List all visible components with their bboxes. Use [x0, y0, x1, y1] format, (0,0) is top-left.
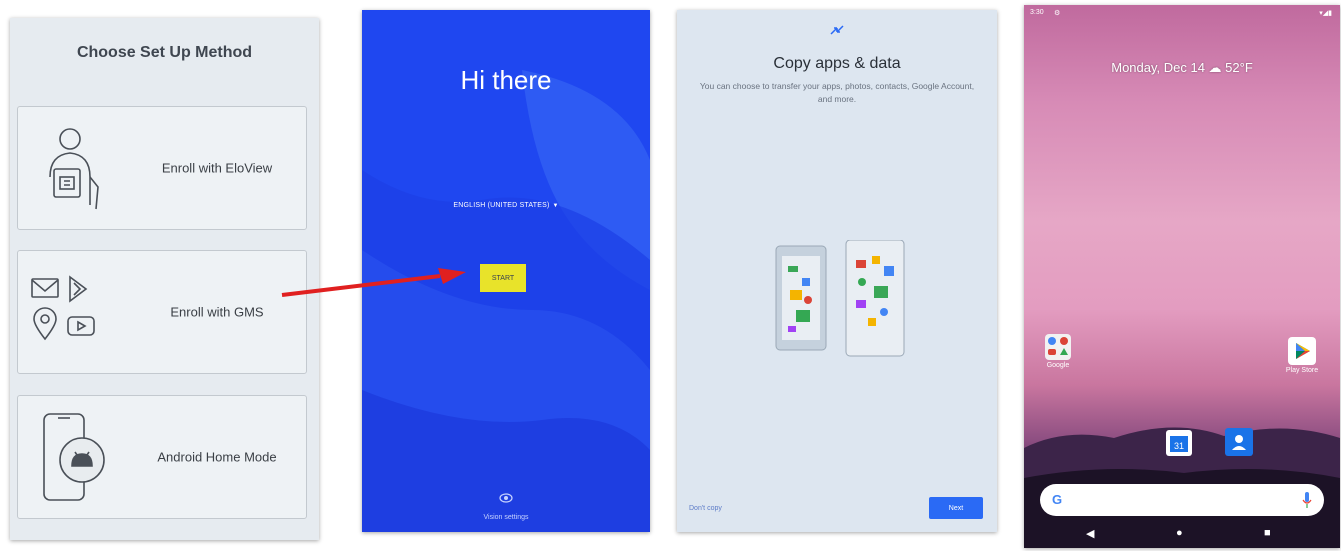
- play-store-icon: [1288, 337, 1316, 365]
- greeting-heading: Hi there: [460, 65, 552, 95]
- eloview-person-icon: [49, 128, 99, 210]
- google-folder-label: Google: [1046, 362, 1070, 369]
- home-icon[interactable]: ●: [1176, 527, 1183, 539]
- date-weather-widget[interactable]: Monday, Dec 14 ☁ 52°F: [1024, 60, 1340, 76]
- android-device-icon: [43, 413, 105, 501]
- enroll-eloview-label: Enroll with EloView: [161, 160, 273, 176]
- red-arrow: [281, 268, 466, 297]
- android-home-mode-option[interactable]: Android Home Mode: [17, 395, 307, 519]
- phones-illustration: [775, 240, 905, 357]
- enroll-gms-label: Enroll with GMS: [170, 304, 264, 320]
- recents-icon[interactable]: ■: [1264, 527, 1271, 539]
- page-title: Copy apps & data: [773, 55, 901, 72]
- dont-copy-button[interactable]: Don't copy: [689, 505, 722, 512]
- caret-down-icon: ▼: [552, 203, 559, 209]
- google-search-bar[interactable]: G: [1040, 484, 1324, 516]
- android-home-screen: 3:30 ⚙ ▾◢▮ Monday, Dec 14 ☁ 52°F Google …: [1024, 5, 1340, 548]
- language-value: ENGLISH (UNITED STATES): [453, 202, 550, 209]
- page-title: Choose Set Up Method: [76, 44, 253, 61]
- language-selector[interactable]: ENGLISH (UNITED STATES) ▼: [362, 202, 650, 209]
- enroll-gms-option[interactable]: Enroll with GMS: [17, 250, 307, 374]
- play-store-app[interactable]: Play Store: [1272, 337, 1332, 374]
- back-icon[interactable]: ◀: [1086, 527, 1094, 540]
- transfer-icon: [830, 25, 844, 35]
- vision-settings-link[interactable]: Vision settings: [362, 514, 650, 521]
- gms-apps-icon: [31, 275, 95, 341]
- contacts-icon[interactable]: [1225, 428, 1253, 456]
- page-subtitle: You can choose to transfer your apps, ph…: [699, 81, 975, 104]
- google-folder-icon: [1045, 334, 1071, 360]
- status-bar: 3:30 ⚙ ▾◢▮: [1024, 5, 1340, 21]
- navigation-bar: ◀ ● ■: [1024, 525, 1340, 547]
- start-button[interactable]: START: [480, 264, 526, 292]
- copy-apps-screen: Copy apps & data You can choose to trans…: [677, 10, 997, 532]
- enroll-eloview-option[interactable]: Enroll with EloView: [17, 106, 307, 230]
- google-folder[interactable]: Google: [1044, 334, 1072, 369]
- calendar-day: 31: [1174, 441, 1184, 451]
- setup-method-screen: Choose Set Up Method Enroll with EloView…: [10, 18, 319, 540]
- google-g-logo: G: [1052, 492, 1063, 507]
- status-time: 3:30: [1030, 9, 1044, 16]
- calendar-icon[interactable]: 31: [1166, 430, 1192, 456]
- play-store-label: Play Store: [1285, 367, 1319, 374]
- eye-icon: [499, 493, 513, 503]
- android-home-mode-label: Android Home Mode: [157, 449, 277, 465]
- settings-gear-icon: ⚙: [1054, 10, 1061, 17]
- status-icons: ▾◢▮: [1319, 10, 1332, 17]
- next-button[interactable]: Next: [929, 497, 983, 519]
- mic-icon[interactable]: [1302, 492, 1312, 508]
